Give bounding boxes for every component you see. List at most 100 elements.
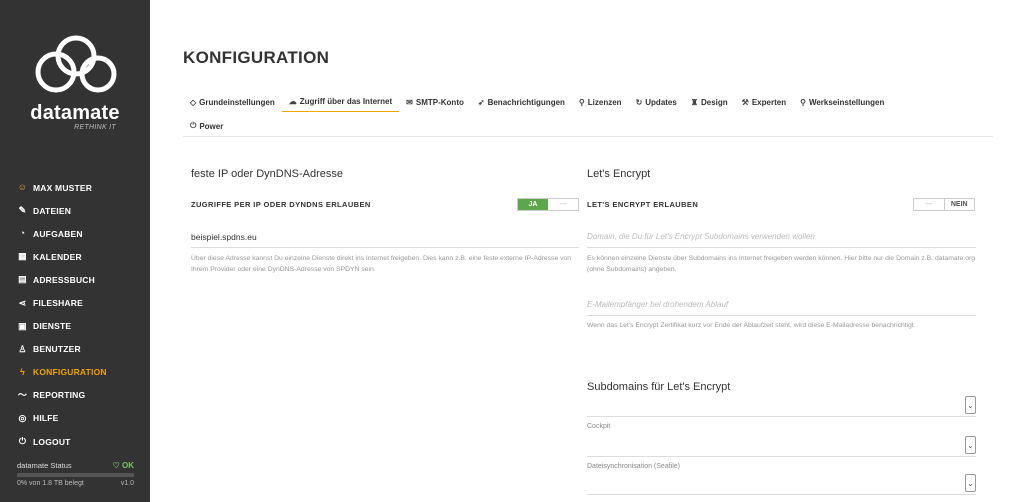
dyndns-address-field[interactable]: beispiel.spdns.eu: [191, 232, 579, 248]
subdomain-label: Cockpit: [587, 423, 611, 430]
toggle-off-label[interactable]: NEIN: [943, 199, 974, 210]
sidebar-item-label: BENUTZER: [33, 344, 81, 355]
sidebar-item-hilfe[interactable]: ◎ HILFE: [17, 407, 142, 430]
sidebar-item-dienste[interactable]: ▣ DIENSTE: [17, 315, 142, 338]
chevron-down-icon[interactable]: ⌄: [965, 474, 976, 492]
tab-benachrichtigungen[interactable]: ➶ Benachrichtigungen: [471, 92, 572, 112]
dyndns-toggle[interactable]: JA —: [517, 198, 579, 211]
sidebar-item-konfiguration[interactable]: ϟ KONFIGURATION: [17, 361, 142, 384]
tab-werkseinstellungen[interactable]: ⚲ Werkseinstellungen: [793, 92, 891, 112]
tab-grundeinstellungen[interactable]: ◇ Grundeinstellungen: [183, 92, 282, 112]
dyndns-toggle-label: ZUGRIFFE PER IP ODER DYNDNS ERLAUBEN: [191, 200, 371, 209]
section-title-letsencrypt: Let's Encrypt: [587, 168, 651, 180]
letsencrypt-email-input[interactable]: E-Mailempfänger bei drohendem Ablauf: [587, 300, 976, 316]
subdomain-select[interactable]: ⌄: [587, 435, 976, 457]
sidebar-item-aufgaben[interactable]: ◔ AUFGABEN: [17, 222, 142, 245]
letsencrypt-email-help: Wenn das Let's Encrypt Zertifikat kurz v…: [587, 322, 916, 329]
status-label: datamate Status: [17, 461, 72, 470]
help-icon: ◎: [18, 412, 27, 423]
sidebar: datamate RETHINK IT ☺ MAX MUSTER ✎ DATEIEN ◔…: [0, 0, 150, 502]
grid-icon: ▣: [18, 320, 27, 331]
tab-label: Experten: [751, 97, 787, 107]
sidebar-item-logout[interactable]: ⏻ LOGOUT: [17, 430, 142, 453]
sidebar-item-label: AUFGABEN: [33, 228, 83, 239]
tab-label: Werkseinstellungen: [808, 97, 885, 107]
sidebar-item-label: REPORTING: [33, 390, 86, 401]
status-ok-badge: ♡ OK: [112, 461, 134, 470]
sidebar-item-label: KALENDER: [33, 251, 82, 262]
tab-design[interactable]: ♜ Design: [684, 92, 735, 112]
edit-icon: ✎: [18, 205, 27, 216]
mail-icon: ✉: [406, 97, 413, 107]
page-title: KONFIGURATION: [183, 48, 330, 67]
letsencrypt-toggle[interactable]: — NEIN: [913, 198, 975, 211]
tab-label: SMTP-Konto: [415, 97, 464, 107]
sidebar-nav: ☺ MAX MUSTER ✎ DATEIEN ◔ AUFGABEN ▦ KALENDER ▤ AD…: [17, 176, 142, 453]
dyndns-help-text: Über diese Adresse kannst Du einzelne Di…: [191, 255, 572, 273]
letsencrypt-domain-input[interactable]: Domain, die Du für Let's Encrypt Subdoma…: [587, 232, 976, 248]
sidebar-item-fileshare[interactable]: ⋖ FILESHARE: [17, 291, 142, 314]
brand-tagline: RETHINK IT: [74, 124, 116, 131]
clock-icon: ◔: [19, 228, 26, 239]
key-icon: ⚲: [578, 97, 585, 107]
letsencrypt-domain-help: Es können einzelne Dienste über Subdomai…: [587, 255, 976, 273]
send-icon: ➶: [477, 97, 485, 107]
tab-power[interactable]: ⏻ Power: [183, 116, 230, 136]
toggle-on-label[interactable]: JA: [518, 199, 548, 210]
tab-label: Benachrichtigungen: [487, 97, 565, 107]
sidebar-item-label: MAX MUSTER: [33, 182, 93, 193]
datamate-logo-icon[interactable]: [30, 34, 120, 94]
brand-name: datamate: [30, 102, 120, 124]
power-icon: ⏻: [190, 121, 197, 130]
tab-smtp-konto[interactable]: ✉ SMTP-Konto: [399, 92, 471, 112]
tab-row: ⏻ Power: [183, 116, 993, 136]
sidebar-item-label: KONFIGURATION: [33, 367, 107, 378]
storage-usage-text: 0% von 1.8 TB belegt: [17, 480, 84, 487]
wrench-icon: ⚒: [741, 97, 749, 107]
toggle-off-blank[interactable]: —: [548, 199, 578, 210]
calendar-icon: ▦: [18, 251, 27, 262]
subdomain-select[interactable]: ⌄: [587, 473, 976, 495]
storage-progress-bar: [17, 473, 134, 477]
sidebar-item-label: DATEIEN: [33, 205, 72, 216]
tab-label: Zugriff über das Internet: [299, 97, 393, 106]
sidebar-item-dateien[interactable]: ✎ DATEIEN: [17, 199, 142, 222]
chevron-down-icon[interactable]: ⌄: [965, 436, 976, 454]
tag-icon: ◇: [190, 97, 197, 107]
tab-label: Grundeinstellungen: [199, 97, 275, 107]
tab-lizenzen[interactable]: ⚲ Lizenzen: [572, 92, 629, 112]
letsencrypt-toggle-label: LET'S ENCRYPT ERLAUBEN: [587, 200, 699, 209]
status-panel: datamate Status ♡ OK 0% von 1.8 TB beleg…: [17, 461, 134, 487]
sidebar-item-benutzer[interactable]: ♙ BENUTZER: [17, 338, 142, 361]
section-title-subdomains: Subdomains für Let's Encrypt: [587, 381, 731, 393]
sidebar-item-label: HILFE: [33, 413, 59, 424]
key-icon: ⚲: [800, 97, 806, 107]
sidebar-item-label: DIENSTE: [33, 321, 72, 332]
toggle-on-blank[interactable]: —: [914, 199, 944, 210]
tab-label: Lizenzen: [587, 97, 622, 107]
subdomain-select[interactable]: ⌄: [587, 395, 976, 417]
share-icon: ⋖: [18, 297, 27, 308]
tab-bar: ◇ Grundeinstellungen ☁ Zugriff über das Int…: [183, 92, 993, 137]
user-icon: ☺: [17, 182, 28, 193]
tab-label: Updates: [645, 97, 677, 107]
sidebar-item-max-muster[interactable]: ☺ MAX MUSTER: [17, 176, 142, 199]
design-icon: ♜: [690, 97, 698, 107]
chart-line-icon: 〜: [17, 389, 28, 400]
sidebar-item-label: FILESHARE: [33, 298, 83, 309]
sidebar-item-kalender[interactable]: ▦ KALENDER: [17, 245, 142, 268]
tab-updates[interactable]: ↻ Updates: [629, 92, 684, 112]
sidebar-item-adressbuch[interactable]: ▤ ADRESSBUCH: [17, 268, 142, 291]
subdomain-label: Dateisynchronisation (Seafile): [587, 463, 680, 470]
cloud-icon: ☁: [288, 97, 297, 106]
sidebar-item-label: LOGOUT: [33, 436, 71, 447]
sidebar-item-reporting[interactable]: 〜 REPORTING: [17, 384, 142, 407]
users-icon: ♙: [18, 343, 27, 354]
tab-experten[interactable]: ⚒ Experten: [735, 92, 793, 112]
version-text: v1.0: [120, 480, 134, 487]
chevron-down-icon[interactable]: ⌄: [965, 396, 976, 414]
tab-row: ◇ Grundeinstellungen ☁ Zugriff über das Int…: [183, 92, 993, 112]
bolt-icon: ϟ: [20, 366, 25, 377]
tab-zugriff-über-das-internet[interactable]: ☁ Zugriff über das Internet: [281, 92, 400, 112]
addressbook-icon: ▤: [18, 274, 27, 285]
